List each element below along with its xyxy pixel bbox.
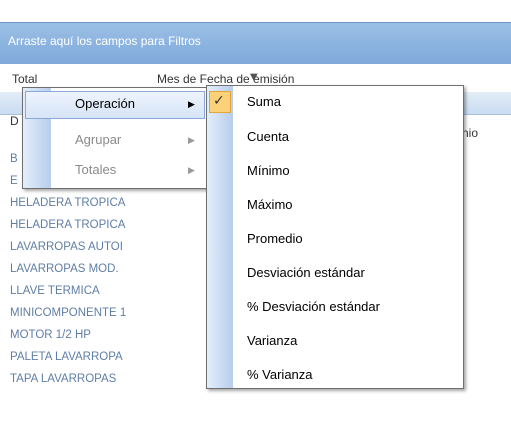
table-row[interactable]: HELADERA TROPICA bbox=[0, 192, 158, 214]
menu-item-agrupar[interactable]: Agrupar ▶ bbox=[23, 130, 207, 152]
submenu-item-desviacion-estandar[interactable]: Desviación estándar bbox=[207, 262, 463, 284]
submenu-item-label: Cuenta bbox=[247, 129, 289, 144]
table-row[interactable]: LAVARROPAS MOD. bbox=[0, 258, 158, 280]
operation-submenu: ✓ Suma Cuenta Mínimo Máximo Promedio Des… bbox=[206, 85, 464, 389]
column-header-value: nio bbox=[462, 126, 479, 140]
submenu-item-cuenta[interactable]: Cuenta bbox=[207, 126, 463, 148]
row-header-label: D bbox=[10, 114, 19, 128]
table-row[interactable]: LLAVE TERMICA bbox=[0, 280, 158, 302]
menu-item-totales[interactable]: Totales ▶ bbox=[23, 160, 207, 182]
menu-item-label: Agrupar bbox=[75, 132, 122, 147]
submenu-item-varianza[interactable]: Varianza bbox=[207, 330, 463, 352]
chevron-right-icon: ▶ bbox=[188, 135, 195, 145]
table-row[interactable]: B bbox=[0, 148, 22, 170]
table-row[interactable]: HELADERA TROPICA bbox=[0, 214, 158, 236]
submenu-item-label: Varianza bbox=[247, 333, 298, 348]
table-row[interactable]: MOTOR 1/2 HP bbox=[0, 324, 158, 346]
table-row[interactable]: LAVARROPAS AUTOI bbox=[0, 236, 158, 258]
submenu-item-maximo[interactable]: Máximo bbox=[207, 194, 463, 216]
context-menu: Operación ▶ Agrupar ▶ Totales ▶ bbox=[22, 87, 208, 189]
submenu-item-pct-varianza[interactable]: % Varianza bbox=[207, 364, 463, 386]
submenu-item-pct-desviacion-estandar[interactable]: % Desviación estándar bbox=[207, 296, 463, 318]
submenu-item-label: Desviación estándar bbox=[247, 265, 365, 280]
table-row[interactable]: E bbox=[0, 170, 22, 192]
submenu-item-label: Promedio bbox=[247, 231, 303, 246]
menu-item-operacion[interactable]: Operación ▶ bbox=[23, 94, 207, 116]
submenu-item-suma[interactable]: Suma bbox=[207, 91, 463, 113]
submenu-item-label: Suma bbox=[247, 94, 281, 109]
chevron-right-icon: ▶ bbox=[188, 165, 195, 175]
submenu-item-promedio[interactable]: Promedio bbox=[207, 228, 463, 250]
submenu-item-label: Mínimo bbox=[247, 163, 290, 178]
submenu-item-label: % Desviación estándar bbox=[247, 299, 380, 314]
submenu-item-label: % Varianza bbox=[247, 367, 313, 382]
chevron-down-icon[interactable]: ▼ bbox=[250, 72, 258, 83]
menu-item-label: Totales bbox=[75, 162, 117, 177]
table-row[interactable]: TAPA LAVARROPAS bbox=[0, 368, 158, 390]
table-row[interactable]: PALETA LAVARROPA bbox=[0, 346, 158, 368]
table-row[interactable]: MINICOMPONENTE 1 bbox=[0, 302, 158, 324]
column-field-month[interactable]: Mes de Fecha de emisión bbox=[157, 72, 294, 86]
menu-item-label: Operación bbox=[75, 96, 135, 111]
submenu-item-minimo[interactable]: Mínimo bbox=[207, 160, 463, 182]
filter-drop-zone-label: Arraste aquí los campos para Filtros bbox=[8, 34, 201, 48]
data-field-total[interactable]: Total bbox=[12, 72, 37, 86]
submenu-item-label: Máximo bbox=[247, 197, 293, 212]
chevron-right-icon: ▶ bbox=[188, 99, 195, 109]
filter-drop-zone[interactable]: Arraste aquí los campos para Filtros bbox=[0, 22, 511, 66]
